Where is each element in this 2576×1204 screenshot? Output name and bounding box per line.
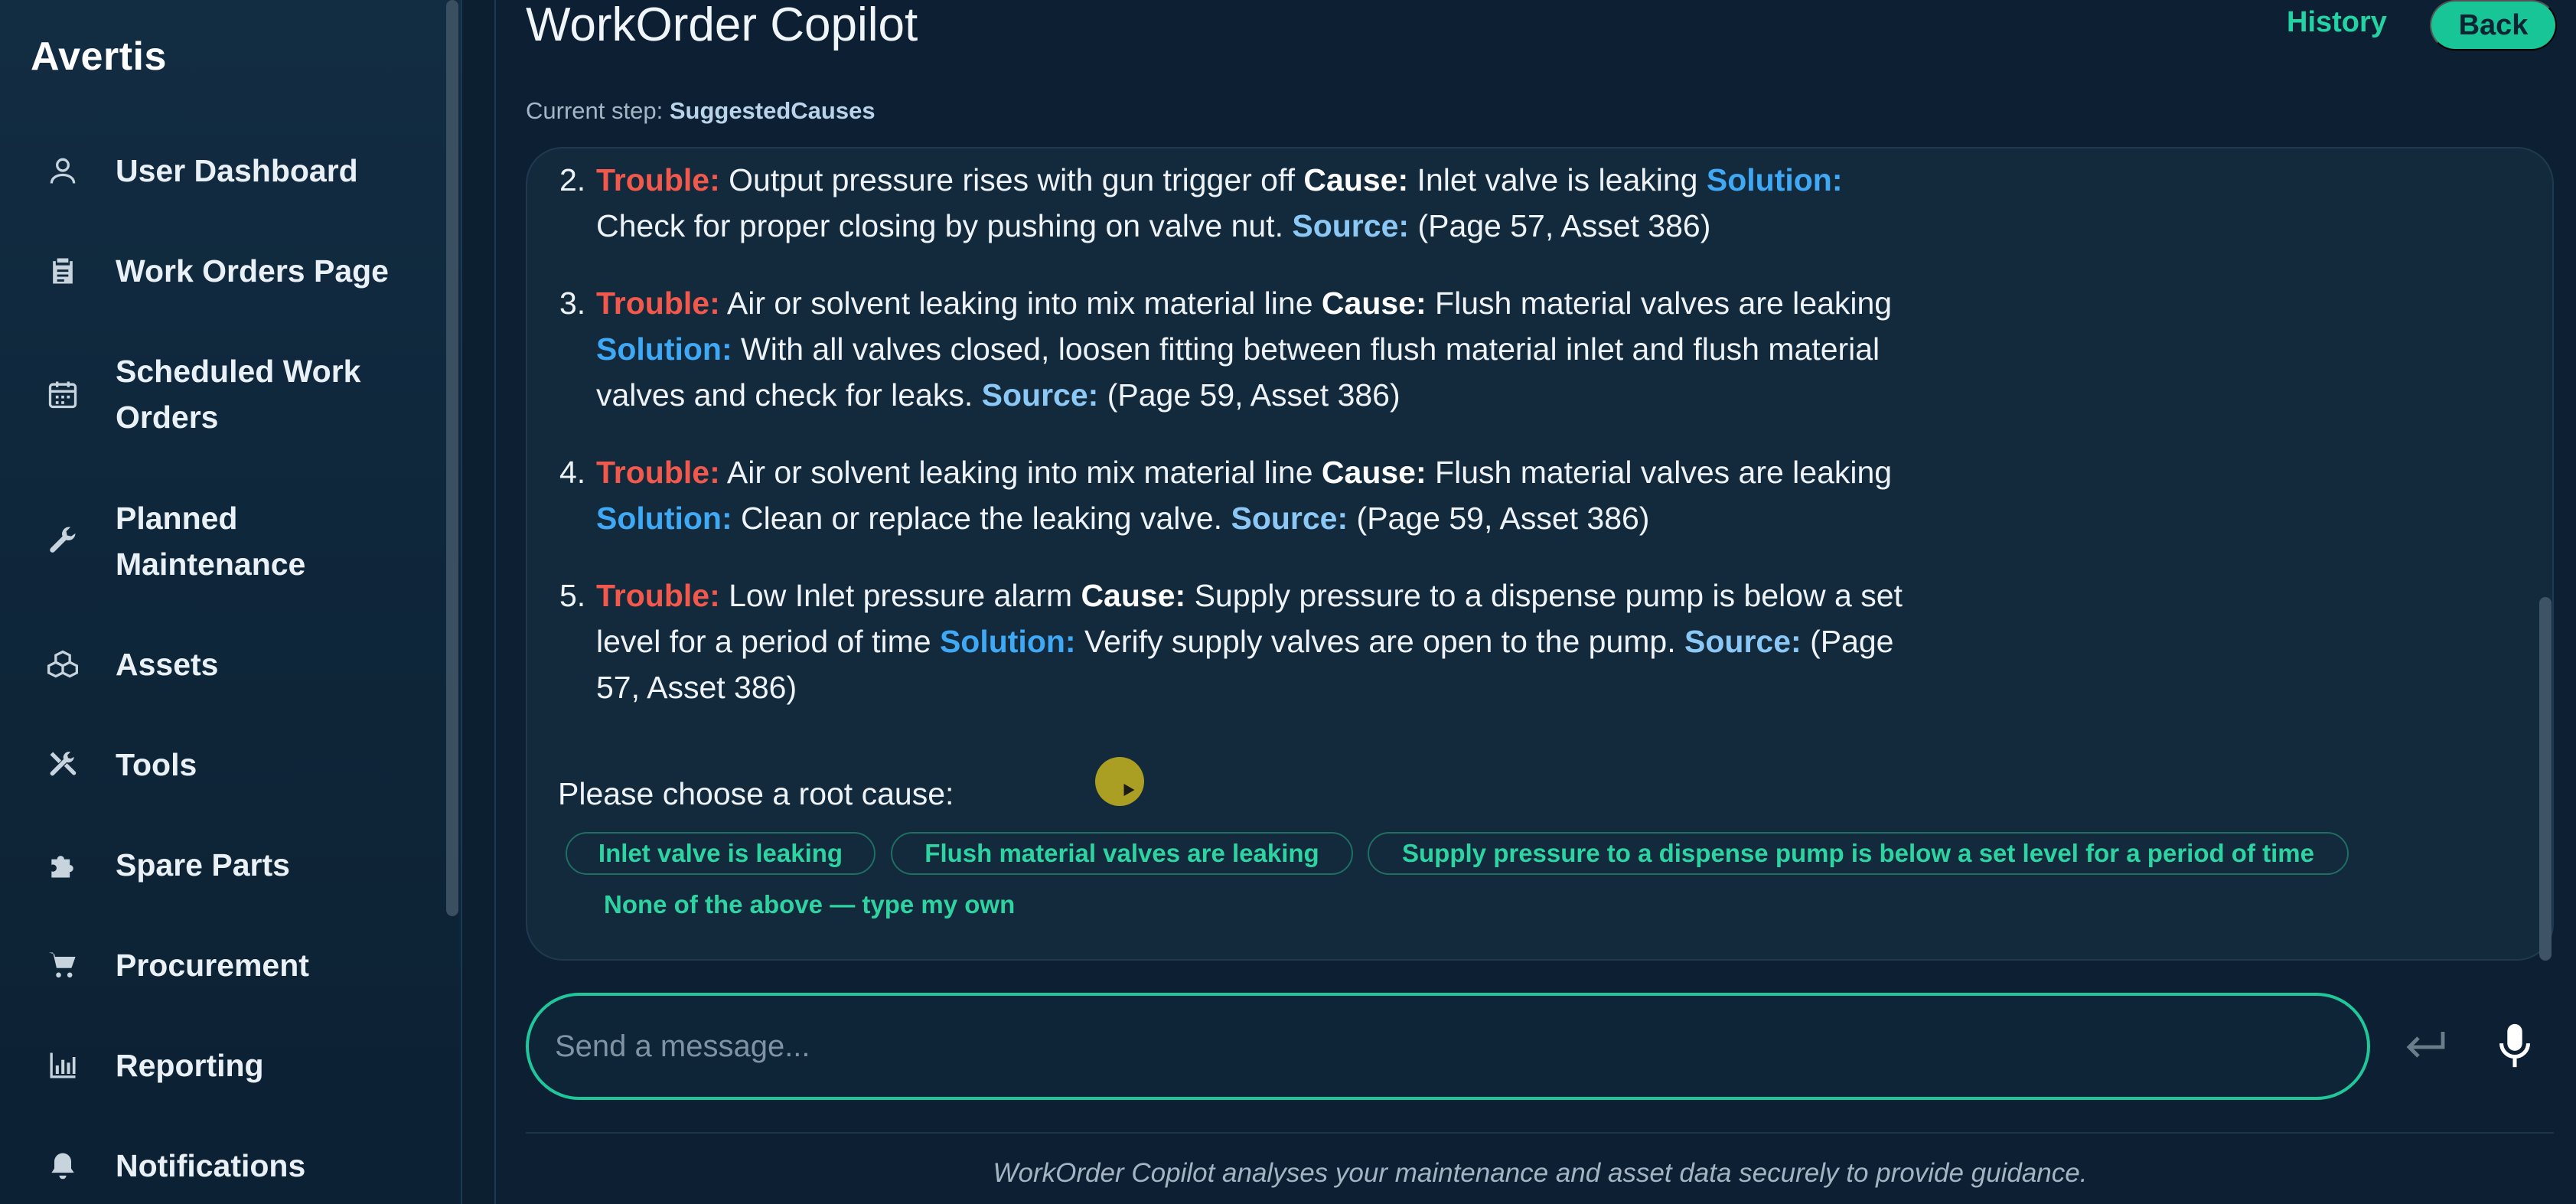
solution-text: Verify supply valves are open to the pum… xyxy=(1084,624,1676,659)
source-text: (Page 59, Asset 386) xyxy=(1107,377,1400,413)
cause-label: Cause: xyxy=(1321,455,1427,490)
sidebar-scrollbar[interactable] xyxy=(446,0,458,916)
sidebar-item-assets[interactable]: Assets xyxy=(0,641,444,687)
cause-text: Inlet valve is leaking xyxy=(1417,162,1698,197)
cause-label: Cause: xyxy=(1303,162,1409,197)
cause-text: Flush material valves are leaking xyxy=(1435,455,1893,490)
bar-chart-icon xyxy=(44,1047,81,1084)
trouble-label: Trouble: xyxy=(596,455,720,490)
clipboard-icon xyxy=(44,253,81,289)
wrench-icon xyxy=(44,523,81,560)
solution-label: Solution: xyxy=(596,501,732,536)
sidebar-item-label: Reporting xyxy=(116,1048,264,1083)
cart-icon xyxy=(44,947,81,984)
sidebar-item-label: Planned Maintenance xyxy=(116,501,306,582)
trouble-text: Air or solvent leaking into mix material… xyxy=(726,455,1313,490)
source-text: (Page 59, Asset 386) xyxy=(1356,501,1650,536)
puzzle-icon xyxy=(44,847,81,883)
sidebar-item-user-dashboard[interactable]: User Dashboard xyxy=(0,148,444,194)
cause-label: Cause: xyxy=(1321,286,1427,321)
microphone-icon[interactable] xyxy=(2496,1021,2533,1072)
current-step-value: SuggestedCauses xyxy=(669,97,876,124)
solution-text: Clean or replace the leaking valve. xyxy=(741,501,1223,536)
sidebar-item-label: Tools xyxy=(116,747,197,782)
choice-none-of-the-above[interactable]: None of the above — type my own xyxy=(604,890,1015,919)
sidebar-item-work-orders[interactable]: Work Orders Page xyxy=(0,248,444,294)
footer-divider xyxy=(526,1132,2554,1134)
message-input[interactable] xyxy=(555,996,2315,1097)
list-item: 4. Trouble: Air or solvent leaking into … xyxy=(559,449,1929,541)
solution-label: Solution: xyxy=(596,331,732,367)
sidebar-item-label: Scheduled Work Orders xyxy=(116,354,361,435)
source-label: Source: xyxy=(1292,208,1410,243)
sidebar-item-label: User Dashboard xyxy=(116,153,358,188)
sidebar-item-procurement[interactable]: Procurement xyxy=(0,942,444,988)
item-number: 3. xyxy=(559,286,586,321)
trouble-label: Trouble: xyxy=(596,286,720,321)
list-item: 5. Trouble: Low Inlet pressure alarm Cau… xyxy=(559,573,1929,710)
footer-disclaimer: WorkOrder Copilot analyses your maintena… xyxy=(993,1158,2088,1188)
trouble-label: Trouble: xyxy=(596,162,720,197)
item-number: 4. xyxy=(559,455,586,490)
sidebar-item-scheduled-work-orders[interactable]: Scheduled Work Orders xyxy=(0,348,444,440)
sidebar-item-planned-maintenance[interactable]: Planned Maintenance xyxy=(0,495,444,587)
brand-logo[interactable]: Avertis xyxy=(31,34,167,80)
list-item: 2. Trouble: Output pressure rises with g… xyxy=(559,157,1929,249)
sidebar-item-tools[interactable]: Tools xyxy=(0,742,444,788)
current-step-label: Current step: xyxy=(526,97,664,124)
cause-label: Cause: xyxy=(1081,578,1186,613)
choice-chip-supply-pressure[interactable]: Supply pressure to a dispense pump is be… xyxy=(1368,832,2349,875)
item-number: 2. xyxy=(559,162,586,197)
solution-label: Solution: xyxy=(1706,162,1843,197)
message-composer xyxy=(526,993,2370,1100)
trouble-label: Trouble: xyxy=(596,578,720,613)
sidebar-item-label: Work Orders Page xyxy=(116,253,389,289)
trouble-text: Output pressure rises with gun trigger o… xyxy=(729,162,1296,197)
suggested-causes-list: 2. Trouble: Output pressure rises with g… xyxy=(559,157,1929,742)
mouse-cursor-indicator xyxy=(1095,757,1144,806)
cause-text: Flush material valves are leaking xyxy=(1435,286,1893,321)
trouble-text: Low Inlet pressure alarm xyxy=(729,578,1073,613)
trouble-text: Air or solvent leaking into mix material… xyxy=(726,286,1313,321)
source-label: Source: xyxy=(981,377,1099,413)
solution-label: Solution: xyxy=(939,624,1076,659)
choice-chip-inlet-valve[interactable]: Inlet valve is leaking xyxy=(566,832,876,875)
sidebar-item-label: Procurement xyxy=(116,948,309,983)
boxes-icon xyxy=(44,646,81,683)
calendar-icon xyxy=(44,376,81,413)
sidebar-item-label: Assets xyxy=(116,647,219,682)
sidebar-item-reporting[interactable]: Reporting xyxy=(0,1042,444,1088)
sidebar: Avertis User Dashboard Work Orders Page … xyxy=(0,0,462,1204)
chat-scrollbar[interactable] xyxy=(2539,597,2552,961)
page-title: WorkOrder Copilot xyxy=(526,0,918,51)
solution-text: Check for proper closing by pushing on v… xyxy=(596,208,1283,243)
source-label: Source: xyxy=(1231,501,1348,536)
tools-icon xyxy=(44,746,81,783)
source-label: Source: xyxy=(1684,624,1802,659)
choice-chip-flush-valves[interactable]: Flush material valves are leaking xyxy=(891,832,1353,875)
item-number: 5. xyxy=(559,578,586,613)
sidebar-item-label: Spare Parts xyxy=(116,847,290,883)
back-button[interactable]: Back xyxy=(2430,0,2557,51)
user-icon xyxy=(44,152,81,189)
source-text: (Page 57, Asset 386) xyxy=(1417,208,1711,243)
root-cause-prompt: Please choose a root cause: xyxy=(558,776,954,811)
current-step: Current step: SuggestedCauses xyxy=(526,97,876,125)
sidebar-item-spare-parts[interactable]: Spare Parts xyxy=(0,842,444,888)
enter-send-icon[interactable] xyxy=(2402,1026,2447,1069)
list-item: 3. Trouble: Air or solvent leaking into … xyxy=(559,280,1929,418)
history-link[interactable]: History xyxy=(2287,6,2387,39)
